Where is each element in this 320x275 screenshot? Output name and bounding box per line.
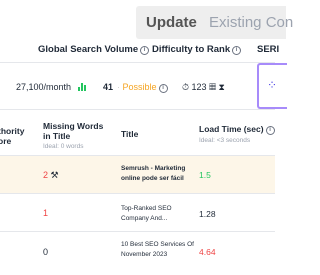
- serp-header: SERI: [257, 44, 280, 55]
- loading-spinner-icon: ⁘: [267, 78, 278, 92]
- search-volume-value: 27,100/month: [16, 82, 86, 92]
- load-time-ideal: Ideal: <3 seconds: [199, 137, 251, 144]
- grid-icon: ▦: [209, 82, 216, 92]
- missing-words-cell: 2 ⚒: [43, 170, 59, 181]
- title-cell: Semrush - Marketing online pode ser fáci…: [121, 165, 186, 182]
- difficulty-to-rank-header: Difficulty to Rank i: [152, 44, 242, 55]
- info-icon[interactable]: i: [232, 46, 242, 55]
- title-cell: Top-Ranked SEO Company And...: [121, 205, 172, 222]
- load-time-cell: 4.64: [199, 247, 216, 257]
- missing-words-cell: 0: [43, 247, 49, 257]
- missing-words-header: Missing Words in Title: [43, 121, 104, 141]
- missing-words-ideal: Ideal: 0 words: [43, 143, 84, 150]
- hourglass-icon: ⧗: [218, 82, 225, 92]
- separator: ·: [117, 82, 120, 92]
- info-icon[interactable]: i: [265, 126, 275, 135]
- difficulty-score: 41: [103, 82, 114, 92]
- load-time-cell: 1.5: [199, 170, 211, 180]
- title-header: Title: [121, 129, 139, 139]
- info-icon[interactable]: i: [158, 84, 168, 93]
- title-cell: 10 Best SEO Services Of November 2023: [121, 241, 194, 258]
- global-search-volume-header: Global Search Volume i: [38, 44, 150, 55]
- update-button-sublabel: Existing Con: [209, 14, 294, 31]
- divider: [0, 109, 275, 110]
- update-button-label: Update: [146, 14, 197, 31]
- load-time-cell: 1.28: [199, 209, 216, 219]
- difficulty-to-rank-label: Difficulty to Rank: [152, 44, 231, 55]
- global-search-volume-label: Global Search Volume: [38, 44, 139, 55]
- difficulty-label: Possible: [122, 82, 157, 92]
- missing-words-cell: 1: [43, 208, 49, 218]
- info-icon[interactable]: i: [140, 46, 150, 55]
- hammer-icon: ⚒: [50, 170, 59, 180]
- authority-score-header: thority ore: [0, 126, 25, 146]
- update-existing-content-button[interactable]: Update Existing Con: [136, 6, 293, 39]
- missing-words-value: 2: [43, 170, 49, 180]
- serp-stats: ⏱ 123 ▦ ⧗: [182, 82, 225, 93]
- search-volume-text: 27,100/month: [16, 82, 72, 92]
- serp-stat-value: 123: [191, 82, 207, 92]
- clock-icon: ⏱: [182, 82, 190, 92]
- load-time-label: Load Time (sec): [199, 124, 264, 134]
- serp-panel[interactable]: ⁘: [257, 63, 287, 109]
- load-time-header: Load Time (sec) i: [199, 124, 275, 135]
- trend-bars-icon: [77, 83, 86, 91]
- divider: [0, 62, 275, 63]
- difficulty-label-wrap: · Possible i: [117, 82, 168, 93]
